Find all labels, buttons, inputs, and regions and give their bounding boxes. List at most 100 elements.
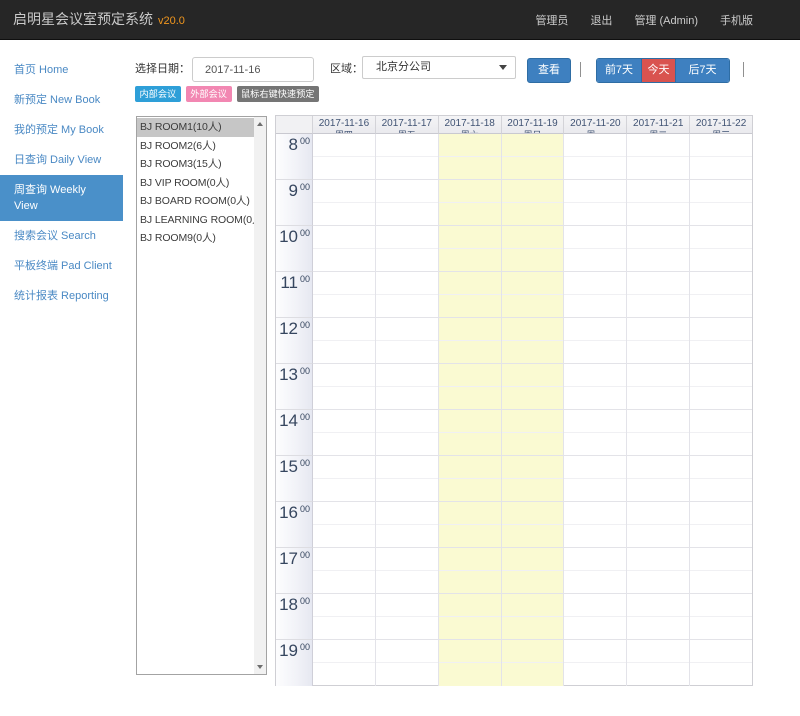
time-slot[interactable] — [439, 272, 501, 295]
time-slot[interactable] — [439, 640, 501, 663]
sidebar-item[interactable]: 平板终端 Pad Client — [0, 251, 123, 281]
time-slot[interactable] — [439, 617, 501, 640]
time-slot[interactable] — [439, 203, 501, 226]
room-listbox[interactable]: BJ ROOM1(10人)BJ ROOM2(6人)BJ ROOM3(15人)BJ… — [136, 116, 267, 675]
time-slot[interactable] — [627, 479, 689, 502]
time-slot[interactable] — [376, 180, 438, 203]
time-slot[interactable] — [564, 364, 626, 387]
time-slot[interactable] — [690, 249, 752, 272]
time-slot[interactable] — [376, 502, 438, 525]
day-column[interactable] — [502, 134, 565, 686]
time-slot[interactable] — [564, 502, 626, 525]
time-slot[interactable] — [439, 571, 501, 594]
time-slot[interactable] — [502, 341, 564, 364]
time-slot[interactable] — [376, 456, 438, 479]
time-slot[interactable] — [690, 525, 752, 548]
time-slot[interactable] — [564, 318, 626, 341]
sidebar-item[interactable]: 搜索会议 Search — [0, 221, 123, 251]
sidebar-item[interactable]: 新预定 New Book — [0, 85, 123, 115]
time-slot[interactable] — [564, 479, 626, 502]
scroll-up-icon[interactable] — [254, 117, 266, 132]
time-slot[interactable] — [564, 617, 626, 640]
time-slot[interactable] — [502, 571, 564, 594]
room-option[interactable]: BJ LEARNING ROOM(0人) — [137, 211, 254, 230]
time-slot[interactable] — [313, 548, 375, 571]
time-slot[interactable] — [690, 203, 752, 226]
time-slot[interactable] — [502, 502, 564, 525]
time-slot[interactable] — [502, 318, 564, 341]
time-slot[interactable] — [439, 157, 501, 180]
time-slot[interactable] — [439, 479, 501, 502]
day-column[interactable] — [439, 134, 502, 686]
time-slot[interactable] — [313, 180, 375, 203]
time-slot[interactable] — [502, 203, 564, 226]
time-slot[interactable] — [376, 295, 438, 318]
time-slot[interactable] — [627, 180, 689, 203]
time-slot[interactable] — [439, 318, 501, 341]
time-slot[interactable] — [502, 479, 564, 502]
time-slot[interactable] — [313, 663, 375, 686]
time-slot[interactable] — [313, 387, 375, 410]
room-option[interactable]: BJ ROOM3(15人) — [137, 155, 254, 174]
time-slot[interactable] — [627, 548, 689, 571]
time-slot[interactable] — [502, 410, 564, 433]
time-slot[interactable] — [627, 617, 689, 640]
day-column[interactable] — [376, 134, 439, 686]
time-slot[interactable] — [313, 226, 375, 249]
time-slot[interactable] — [690, 479, 752, 502]
time-slot[interactable] — [627, 502, 689, 525]
time-slot[interactable] — [502, 249, 564, 272]
time-slot[interactable] — [313, 341, 375, 364]
time-slot[interactable] — [627, 456, 689, 479]
time-slot[interactable] — [313, 295, 375, 318]
time-slot[interactable] — [439, 456, 501, 479]
time-slot[interactable] — [376, 203, 438, 226]
time-slot[interactable] — [502, 640, 564, 663]
time-slot[interactable] — [439, 594, 501, 617]
sidebar-item[interactable]: 日查询 Daily View — [0, 145, 123, 175]
time-slot[interactable] — [439, 410, 501, 433]
time-slot[interactable] — [502, 226, 564, 249]
today-button[interactable]: 今天 — [641, 59, 675, 82]
time-slot[interactable] — [627, 341, 689, 364]
time-slot[interactable] — [376, 134, 438, 157]
time-slot[interactable] — [313, 640, 375, 663]
time-slot[interactable] — [502, 594, 564, 617]
time-slot[interactable] — [439, 341, 501, 364]
time-slot[interactable] — [313, 594, 375, 617]
sidebar-item[interactable]: 首页 Home — [0, 55, 123, 85]
time-slot[interactable] — [439, 663, 501, 686]
time-slot[interactable] — [564, 180, 626, 203]
room-option[interactable]: BJ ROOM9(0人) — [137, 229, 254, 248]
time-slot[interactable] — [502, 134, 564, 157]
time-slot[interactable] — [313, 617, 375, 640]
day-column[interactable] — [627, 134, 690, 686]
time-slot[interactable] — [564, 663, 626, 686]
time-slot[interactable] — [564, 387, 626, 410]
time-slot[interactable] — [313, 272, 375, 295]
time-slot[interactable] — [439, 548, 501, 571]
time-slot[interactable] — [564, 548, 626, 571]
time-slot[interactable] — [313, 479, 375, 502]
time-slot[interactable] — [376, 387, 438, 410]
time-slot[interactable] — [502, 433, 564, 456]
time-slot[interactable] — [376, 226, 438, 249]
day-column[interactable] — [564, 134, 627, 686]
time-slot[interactable] — [690, 617, 752, 640]
time-slot[interactable] — [313, 157, 375, 180]
time-slot[interactable] — [564, 594, 626, 617]
date-input[interactable] — [192, 57, 314, 82]
time-slot[interactable] — [313, 433, 375, 456]
time-slot[interactable] — [502, 663, 564, 686]
time-slot[interactable] — [502, 617, 564, 640]
time-slot[interactable] — [313, 249, 375, 272]
time-slot[interactable] — [313, 456, 375, 479]
time-slot[interactable] — [627, 571, 689, 594]
room-option[interactable]: BJ BOARD ROOM(0人) — [137, 192, 254, 211]
sidebar-item[interactable]: 周查询 Weekly View — [0, 175, 123, 221]
time-slot[interactable] — [690, 387, 752, 410]
time-slot[interactable] — [313, 318, 375, 341]
time-slot[interactable] — [439, 433, 501, 456]
time-slot[interactable] — [439, 502, 501, 525]
time-slot[interactable] — [627, 249, 689, 272]
